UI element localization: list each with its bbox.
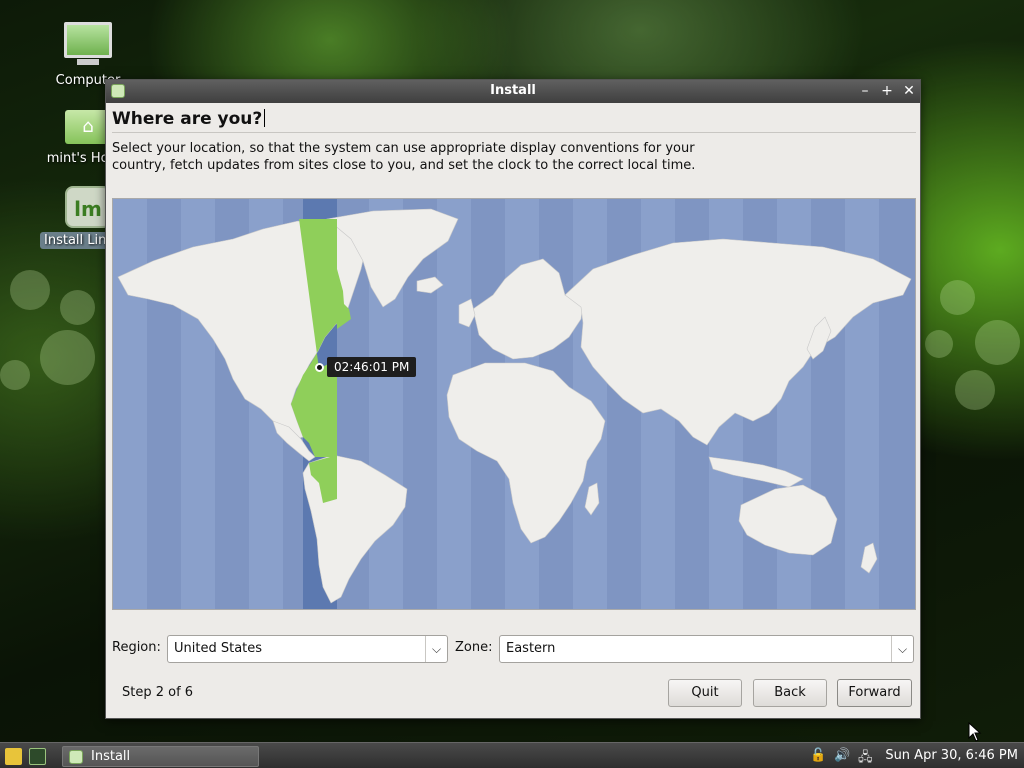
taskbar: Install 🔓 🔊 🖧 Sun Apr 30, 6:46 PM [0,742,1024,768]
window-titlebar[interactable]: Install – + ✕ [106,80,920,103]
volume-icon[interactable]: 🔊 [834,748,850,763]
window-title: Install [490,83,536,98]
quit-button[interactable]: Quit [668,679,742,707]
text-caret [264,109,266,127]
mouse-cursor-icon [968,722,982,742]
step-indicator: Step 2 of 6 [122,685,194,700]
world-map-svg [113,199,912,609]
computer-icon [64,22,112,65]
bokeh-decoration [955,370,995,410]
taskbar-clock[interactable]: Sun Apr 30, 6:46 PM [885,748,1018,763]
bokeh-decoration [975,320,1020,365]
region-select[interactable]: United States ⌵ [167,635,448,663]
taskbar-task-label: Install [91,749,131,764]
page-description: Select your location, so that the system… [112,141,696,173]
chevron-down-icon[interactable]: ⌵ [891,636,913,662]
install-window: Install – + ✕ Where are you? Select your… [105,79,921,719]
bokeh-decoration [10,270,50,310]
bokeh-decoration [40,330,95,385]
close-icon[interactable]: ✕ [900,82,918,100]
menu-launcher-icon[interactable] [5,748,22,765]
zone-select[interactable]: Eastern ⌵ [499,635,914,663]
bokeh-decoration [940,280,975,315]
lock-icon[interactable]: 🔓 [810,748,826,763]
back-button[interactable]: Back [753,679,827,707]
forward-button[interactable]: Forward [837,679,912,707]
location-marker[interactable] [315,363,324,372]
timezone-map[interactable] [112,198,916,610]
terminal-launcher-icon[interactable] [29,748,46,765]
timezone-time-tooltip: 02:46:01 PM [327,357,417,377]
bokeh-decoration [925,330,953,358]
chevron-down-icon[interactable]: ⌵ [425,636,447,662]
region-value: United States [174,641,263,656]
maximize-icon[interactable]: + [878,82,896,100]
taskbar-task-install[interactable]: Install [62,746,259,767]
page-title-text: Where are you? [112,109,263,129]
zone-value: Eastern [506,641,556,656]
page-title: Where are you? [112,109,266,129]
region-label: Region: [112,640,161,655]
network-icon[interactable]: 🖧 [858,748,873,768]
bokeh-decoration [60,290,95,325]
zone-label: Zone: [455,640,493,655]
minimize-icon[interactable]: – [856,82,874,100]
mint-installer-icon [69,750,83,764]
divider [112,132,916,133]
bokeh-decoration [0,360,30,390]
